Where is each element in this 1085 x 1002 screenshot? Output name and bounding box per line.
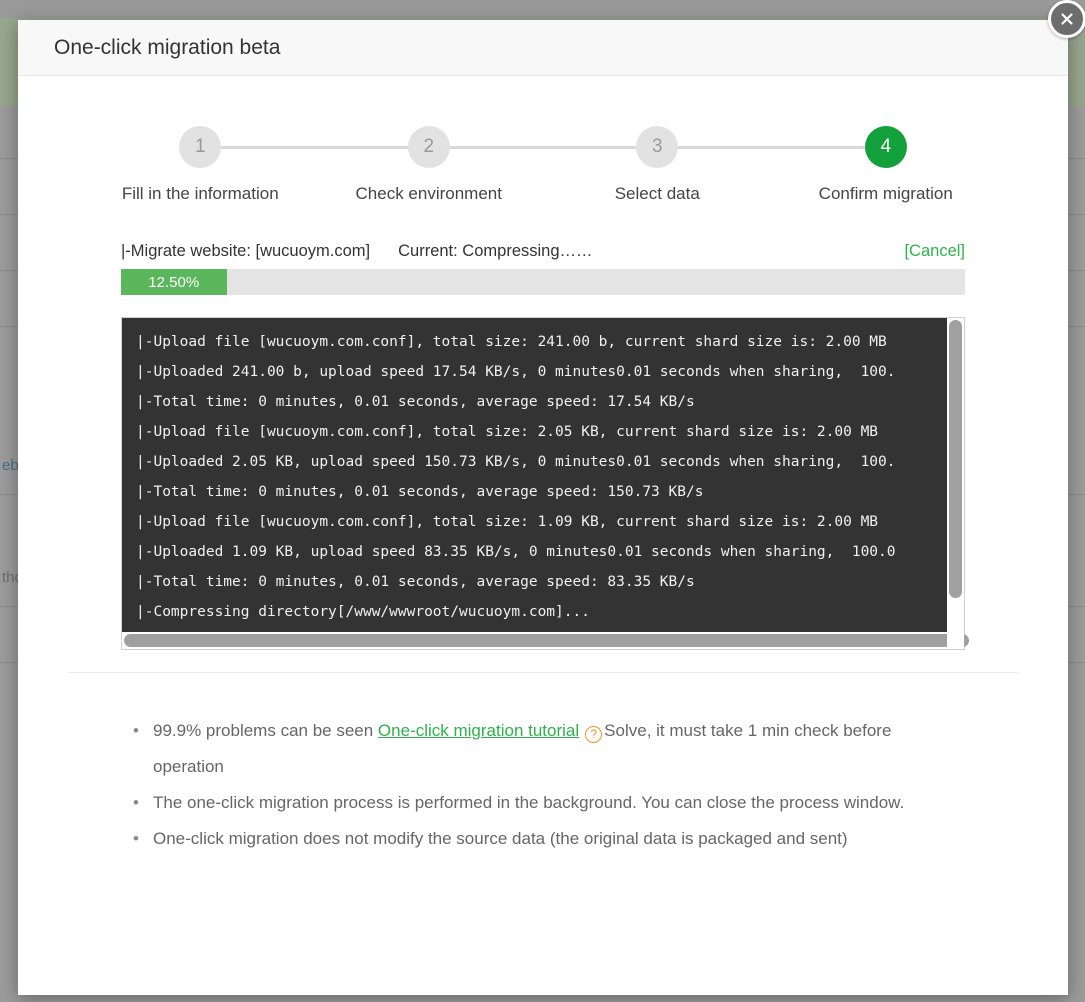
console-log-line: |-Upload file [wucuoym.com.conf], total … [136, 514, 879, 530]
migration-tutorial-link[interactable]: One-click migration tutorial [378, 721, 579, 740]
step-label: Confirm migration [818, 184, 953, 203]
step-connector [657, 146, 886, 149]
modal-header: One-click migration beta [18, 20, 1068, 76]
console-log-line: |-Uploaded 241.00 b, upload speed 17.54 … [136, 364, 896, 380]
step-label: Fill in the information [121, 184, 279, 203]
close-button[interactable] [1048, 0, 1085, 38]
close-icon [1061, 13, 1073, 25]
step-circle: 3 [636, 126, 679, 168]
console-log-line: |-Total time: 0 minutes, 0.01 seconds, a… [136, 394, 695, 410]
console-log-line: |-Upload file [wucuoym.com.conf], total … [136, 334, 887, 350]
scrollbar-thumb[interactable] [124, 634, 969, 647]
step-circle: 2 [407, 126, 450, 168]
current-status-text: Current: Compressing…… [398, 242, 593, 260]
note-text: One-click migration does not modify the … [153, 829, 848, 848]
scrollbar-thumb[interactable] [949, 320, 962, 598]
list-item: 99.9% problems can be seen One-click mig… [121, 713, 965, 785]
step-connector [428, 146, 658, 149]
note-text: The one-click migration process is perfo… [153, 793, 905, 812]
step-item-1[interactable]: 1 Fill in the information [86, 126, 429, 204]
console-log-line: |-Uploaded 2.05 KB, upload speed 150.73 … [136, 454, 896, 470]
cancel-button[interactable]: [Cancel] [904, 242, 965, 261]
list-item: One-click migration does not modify the … [121, 821, 965, 857]
console-log-line: |-Upload file [wucuoym.com.conf], total … [136, 424, 879, 440]
console-log-line: |-Uploaded 1.09 KB, upload speed 83.35 K… [136, 544, 896, 560]
step-circle: 4 [864, 126, 907, 168]
backdrop-row-text: eb [2, 457, 19, 474]
modal-body: 1 Fill in the information 2 Check enviro… [18, 126, 1068, 857]
question-mark-icon[interactable]: ? [585, 726, 603, 743]
scrollbar-corner [947, 632, 964, 649]
migration-progress: |-Migrate website: [wucuoym.com] Current… [121, 242, 965, 295]
console-log-line: |-Total time: 0 minutes, 0.01 seconds, a… [136, 574, 695, 590]
console-log-line: |-Total time: 0 minutes, 0.01 seconds, a… [136, 484, 704, 500]
page-title: One-click migration beta [54, 35, 281, 59]
step-label: Select data [614, 184, 700, 203]
progress-track: 12.50% [121, 269, 965, 295]
migrate-site-text: |-Migrate website: [wucuoym.com] [121, 242, 371, 260]
notes-list: 99.9% problems can be seen One-click mig… [121, 713, 965, 857]
console-horizontal-scrollbar[interactable] [122, 632, 969, 649]
step-item-2[interactable]: 2 Check environment [315, 126, 658, 204]
step-circle: 1 [179, 126, 222, 168]
console-log-line: |-Compressing directory[/www/wwwroot/wuc… [136, 604, 590, 620]
migration-modal: One-click migration beta 1 Fill in the i… [18, 0, 1085, 995]
section-divider [68, 672, 1018, 673]
migration-log-console: |-Upload file [wucuoym.com.conf], total … [121, 317, 969, 650]
step-item-4[interactable]: 4 Confirm migration [772, 126, 1001, 204]
note-text-before: 99.9% problems can be seen [153, 721, 378, 740]
step-connector [200, 146, 429, 149]
progress-header: |-Migrate website: [wucuoym.com] Current… [121, 242, 965, 261]
step-indicator: 1 Fill in the information 2 Check enviro… [86, 126, 1000, 204]
backdrop-topbar [0, 0, 1085, 18]
step-label: Check environment [355, 184, 502, 203]
console-vertical-scrollbar[interactable] [947, 318, 964, 632]
step-item-3[interactable]: 3 Select data [543, 126, 886, 204]
list-item: The one-click migration process is perfo… [121, 785, 965, 821]
console-log-text: |-Upload file [wucuoym.com.conf], total … [122, 318, 947, 632]
progress-fill: 12.50% [121, 269, 227, 295]
